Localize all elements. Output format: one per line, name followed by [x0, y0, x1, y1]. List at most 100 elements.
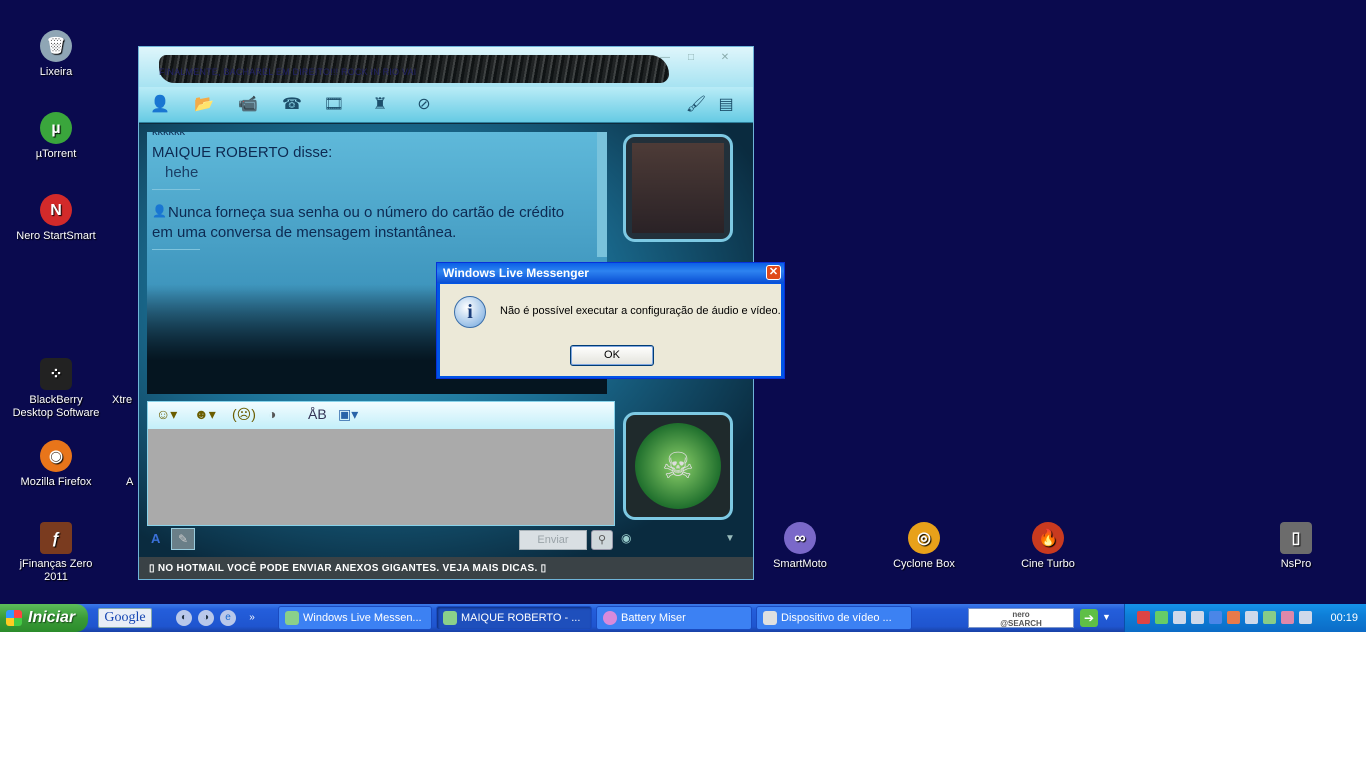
desktop-icon-cine-turbo[interactable]: 🔥 Cine Turbo: [1000, 522, 1096, 571]
chat-warning-line1: Nunca forneça sua senha ou o número do c…: [168, 204, 565, 221]
invite-contact-icon[interactable]: 👤: [149, 95, 171, 115]
wink-icon[interactable]: ☻▾: [194, 406, 216, 423]
skull-apple-icon: ☠: [635, 423, 721, 509]
error-dialog[interactable]: Windows Live Messenger ✕ i Não é possíve…: [436, 262, 785, 379]
messenger-icon: [285, 611, 299, 625]
dialog-title-bar[interactable]: Windows Live Messenger ✕: [437, 263, 784, 283]
nero-search-box[interactable]: nero @SEARCH: [968, 608, 1074, 628]
webcam-icon[interactable]: ◉: [621, 531, 631, 545]
battery-miser-icon: [603, 611, 617, 625]
desktop-icon-label: NsPro: [1280, 558, 1312, 570]
desktop-icon-label: BlackBerry Desktop Software: [12, 394, 100, 419]
battery-miser-tray-icon[interactable]: [1281, 611, 1294, 624]
desktop-icon-blackberry[interactable]: ⁘ BlackBerry Desktop Software: [8, 358, 104, 420]
send-button[interactable]: Enviar: [519, 530, 587, 550]
desktop-icon-label: jFinanças Zero 2011: [19, 558, 93, 583]
minimize-button[interactable]: —: [655, 51, 675, 65]
firefox-icon: ◉: [40, 440, 72, 472]
display-icon[interactable]: [1299, 611, 1312, 624]
messenger-tray-icon[interactable]: [1155, 611, 1168, 624]
smartmoto-icon: ∞: [784, 522, 816, 554]
maximize-button[interactable]: □: [681, 51, 701, 65]
dialog-close-button[interactable]: ✕: [766, 265, 781, 280]
desktop: 🗑 Lixeira µ µTorrent N Nero StartSmart ⁘…: [0, 0, 1366, 632]
chat-fragment: kkkkkk: [152, 132, 185, 138]
nspro-icon: ▯: [1280, 522, 1312, 554]
volume-icon[interactable]: [1245, 611, 1258, 624]
message-input-box[interactable]: ☺▾ ☻▾ (☹) ◑ ÅB ▣▾: [147, 401, 615, 526]
recycle-bin-icon: 🗑: [40, 30, 72, 62]
hotmail-ad-banner[interactable]: ▯ NO HOTMAIL VOCÊ PODE ENVIAR ANEXOS GIG…: [139, 557, 753, 579]
desktop-icon-smartmoto[interactable]: ∞ SmartMoto: [752, 522, 848, 571]
search-icon[interactable]: ⚲: [591, 530, 613, 550]
desktop-icon-jfinancas[interactable]: ƒ jFinanças Zero 2011: [8, 522, 104, 584]
contact-photo: [632, 143, 724, 233]
desktop-icon-utorrent[interactable]: µ µTorrent: [8, 112, 104, 161]
desktop-icon-cyclone-box[interactable]: ◎ Cyclone Box: [876, 522, 972, 571]
quick-launch-icon-1[interactable]: ◐: [176, 610, 192, 626]
windows-flag-icon: [6, 610, 22, 626]
usb-icon[interactable]: [1173, 611, 1186, 624]
network-icon[interactable]: [1137, 611, 1150, 624]
handwriting-icon[interactable]: ✎: [171, 528, 195, 550]
my-display-picture[interactable]: ☠: [623, 412, 733, 520]
emoticon-icon[interactable]: ☺▾: [156, 406, 177, 423]
chat-scrollbar[interactable]: [597, 132, 607, 257]
paintbrush-icon[interactable]: 🖌: [685, 95, 707, 115]
google-toolbar-button[interactable]: Google: [98, 608, 152, 628]
font-style-icon[interactable]: A: [151, 531, 160, 546]
chevron-down-icon[interactable]: ▼: [725, 533, 735, 544]
desktop-icon-label: Cyclone Box: [893, 558, 955, 570]
desktop-icon-firefox[interactable]: ◉ Mozilla Firefox: [8, 440, 104, 489]
messenger-icon: [443, 611, 457, 625]
video-device-icon: [763, 611, 777, 625]
chevron-down-icon[interactable]: ▼: [1102, 612, 1111, 622]
speaker-icon[interactable]: [1227, 611, 1240, 624]
contact-display-picture[interactable]: [623, 134, 733, 242]
background-icon[interactable]: ▣▾: [338, 406, 358, 423]
task-battery-miser[interactable]: Battery Miser: [596, 606, 752, 630]
task-windows-live-messenger[interactable]: Windows Live Messen...: [278, 606, 432, 630]
desktop-icon-label: Lixeira: [39, 66, 73, 78]
quick-launch-more-icon[interactable]: »: [244, 610, 260, 626]
voice-clip-icon[interactable]: ◑: [268, 406, 276, 422]
video-call-icon[interactable]: 📹: [237, 95, 259, 115]
nudge-icon[interactable]: (☹): [232, 406, 256, 423]
ok-button[interactable]: OK: [570, 345, 654, 366]
internet-explorer-icon[interactable]: e: [220, 610, 236, 626]
chat-message: hehe: [165, 164, 199, 181]
close-button[interactable]: ✕: [715, 51, 735, 65]
start-button[interactable]: Iniciar: [0, 604, 88, 632]
bluetooth-icon[interactable]: [1209, 611, 1222, 624]
nero-icon: N: [40, 194, 72, 226]
task-dispositivo-de-video[interactable]: Dispositivo de vídeo ...: [756, 606, 912, 630]
call-icon[interactable]: ☎: [281, 95, 303, 115]
blank-area: [0, 632, 1366, 768]
block-contact-icon[interactable]: ⊘: [413, 95, 435, 115]
clock[interactable]: 00:19: [1330, 604, 1358, 632]
safety-icon: 👤: [152, 204, 167, 218]
video-icon[interactable]: 🎞: [323, 95, 345, 115]
send-files-icon[interactable]: 📂: [193, 95, 215, 115]
task-maique-roberto[interactable]: MAIQUE ROBERTO - ...: [436, 606, 592, 630]
battery-icon[interactable]: [1263, 611, 1276, 624]
quick-launch-icon-2[interactable]: ◑: [198, 610, 214, 626]
dialog-message: Não é possível executar a configuração d…: [500, 305, 781, 317]
go-arrow-icon[interactable]: ➔: [1080, 609, 1098, 627]
chat-separator: [152, 249, 200, 250]
taskbar: Iniciar Google ◐ ◑ e » Windows Live Mess…: [0, 604, 1366, 632]
desktop-icon-nero-startsmart[interactable]: N Nero StartSmart: [8, 194, 104, 243]
cine-turbo-icon: 🔥: [1032, 522, 1064, 554]
contact-personal-message: FINALMENTE, BACHAREL EM DIREITO!!! ROCK …: [159, 67, 417, 77]
desktop-icon-label: Nero StartSmart: [16, 230, 96, 242]
jfinancas-icon: ƒ: [40, 522, 72, 554]
menu-icon[interactable]: ▤: [715, 95, 737, 115]
info-icon: i: [454, 296, 486, 328]
desktop-icon-lixeira[interactable]: 🗑 Lixeira: [8, 30, 104, 79]
wireless-icon[interactable]: [1191, 611, 1204, 624]
font-icon[interactable]: ÅB: [308, 406, 327, 422]
desktop-icon-nspro[interactable]: ▯ NsPro: [1248, 522, 1344, 571]
window-title-bar[interactable]: FINALMENTE, BACHAREL EM DIREITO!!! ROCK …: [139, 47, 753, 87]
utorrent-icon: µ: [40, 112, 72, 144]
games-icon[interactable]: ♜: [369, 95, 391, 115]
